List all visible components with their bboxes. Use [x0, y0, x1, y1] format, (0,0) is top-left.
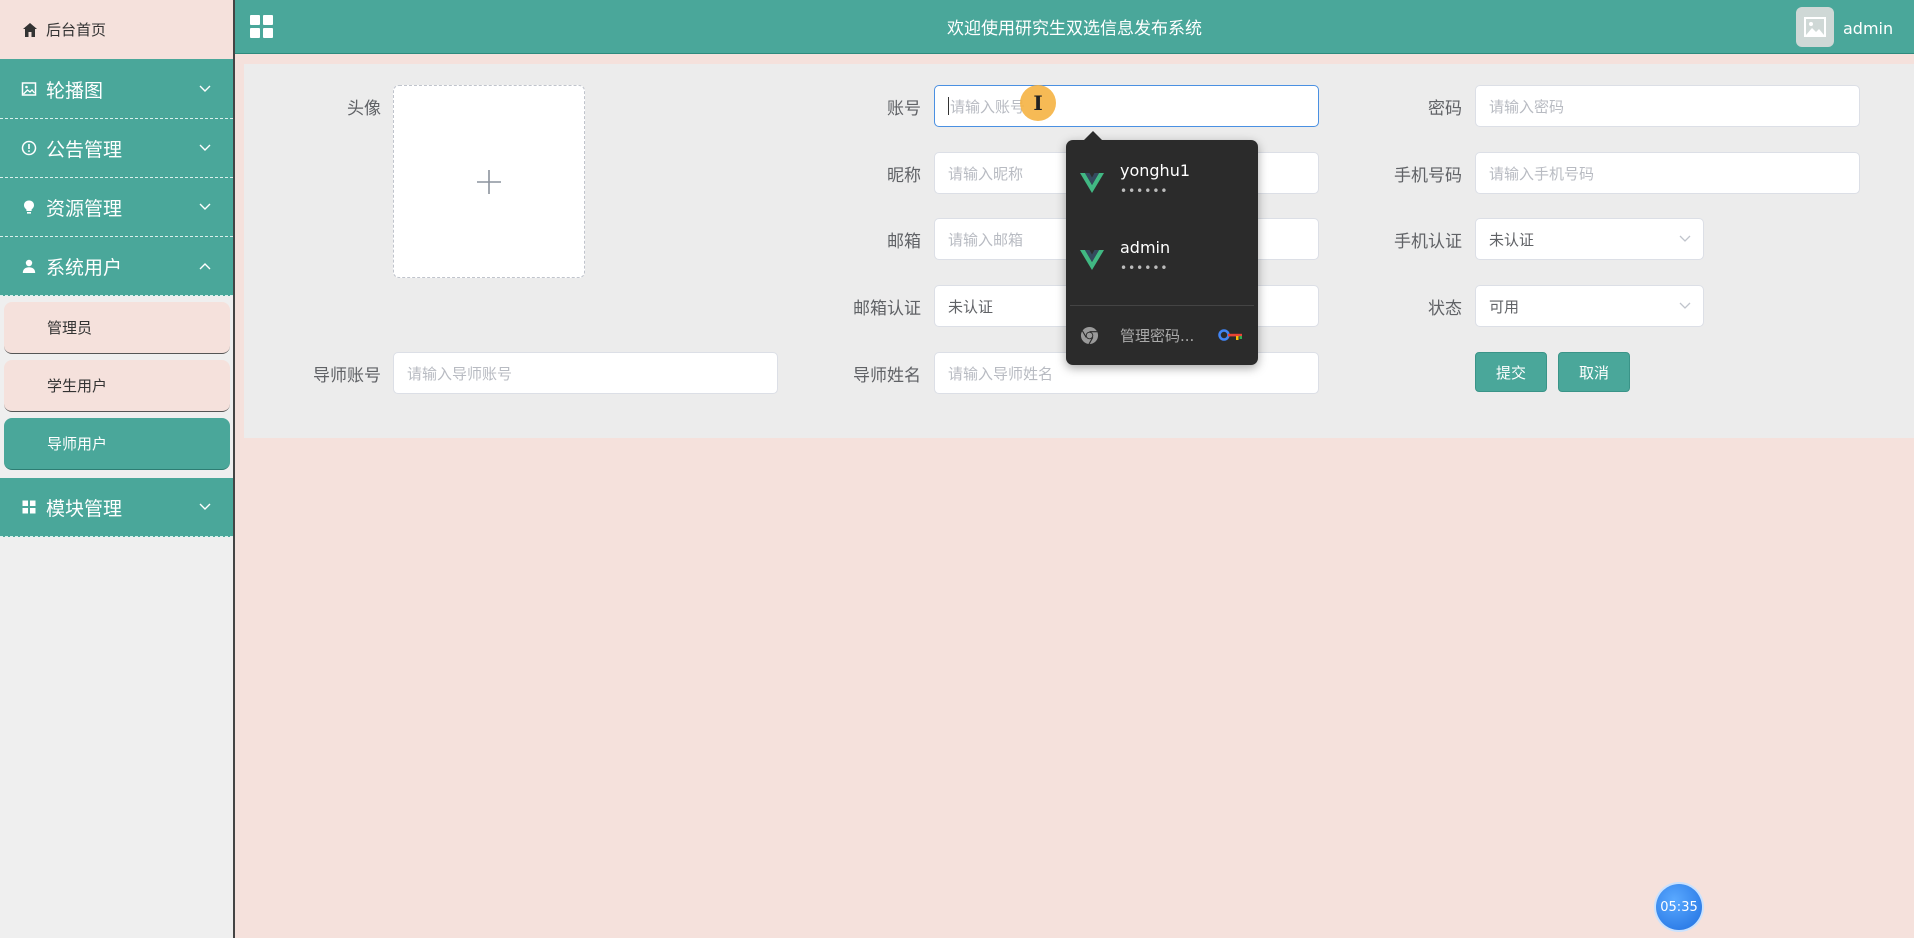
saved-username: yonghu1: [1120, 161, 1191, 180]
phone-verify-label: 手机认证: [1394, 232, 1462, 252]
chevron-down-icon: [199, 501, 211, 513]
nickname-placeholder: 请输入昵称: [948, 164, 1024, 183]
sidebar-item-label: 学生用户: [47, 377, 108, 395]
email-label: 邮箱: [887, 232, 921, 252]
user-icon: [20, 257, 38, 275]
sidebar-item-label: 导师用户: [47, 435, 108, 453]
sidebar-menu-notice[interactable]: 公告管理: [0, 119, 233, 178]
cancel-button[interactable]: 取消: [1558, 352, 1630, 392]
phone-placeholder: 请输入手机号码: [1489, 164, 1595, 183]
text-cursor-indicator: I: [1020, 85, 1056, 121]
grid-icon: [20, 498, 38, 516]
submit-button[interactable]: 提交: [1475, 352, 1547, 392]
sidebar-menu-label: 模块管理: [46, 497, 123, 520]
avatar-uploader[interactable]: [393, 85, 585, 278]
saved-password-mask: ••••••: [1120, 184, 1169, 198]
vue-logo-icon: [1080, 250, 1104, 270]
sidebar-item-student-users[interactable]: 学生用户: [4, 360, 230, 412]
phone-input[interactable]: 请输入手机号码: [1475, 152, 1860, 194]
email-verify-label: 邮箱认证: [853, 299, 921, 319]
sidebar-item-tutor-users[interactable]: 导师用户: [4, 418, 230, 470]
tutor-account-placeholder: 请输入导师账号: [407, 364, 513, 383]
vue-logo-icon: [1080, 173, 1104, 193]
page-title: 欢迎使用研究生双选信息发布系统: [947, 19, 1202, 39]
status-label: 状态: [1428, 299, 1462, 319]
sidebar-item-label: 管理员: [47, 319, 93, 337]
sidebar-menu-label: 资源管理: [46, 197, 123, 220]
chevron-down-icon: [199, 83, 211, 95]
account-placeholder: 请输入账号: [950, 97, 1026, 116]
phone-verify-value: 未认证: [1489, 230, 1535, 249]
sidebar-menu-label: 公告管理: [46, 138, 123, 161]
image-icon: [20, 80, 38, 98]
chrome-icon: [1080, 326, 1099, 345]
saved-username: admin: [1120, 238, 1171, 257]
sidebar-menu-resource[interactable]: 资源管理: [0, 178, 233, 237]
chevron-down-icon: [199, 142, 211, 154]
phone-verify-select[interactable]: 未认证: [1475, 218, 1704, 260]
password-placeholder: 请输入密码: [1489, 97, 1565, 116]
sidebar-menu-label: 轮播图: [46, 79, 104, 102]
top-header: 欢迎使用研究生双选信息发布系统 admin: [235, 0, 1914, 54]
manage-passwords-item[interactable]: 管理密码...: [1066, 306, 1258, 365]
avatar-label: 头像: [347, 99, 381, 119]
bulb-icon: [20, 198, 38, 216]
avatar[interactable]: [1796, 7, 1834, 47]
phone-label: 手机号码: [1394, 166, 1462, 186]
sidebar-menu-carousel[interactable]: 轮播图: [0, 60, 233, 119]
sidebar-menu-modules[interactable]: 模块管理: [0, 478, 233, 537]
email-verify-value: 未认证: [948, 297, 994, 316]
image-icon: [1804, 17, 1826, 37]
chevron-down-icon: [1679, 300, 1691, 312]
chevron-up-icon: [199, 260, 211, 272]
sidebar-menu-label: 系统用户: [46, 256, 123, 279]
chevron-down-icon: [199, 201, 211, 213]
timer-badge[interactable]: 05:35: [1656, 884, 1702, 930]
tutor-account-input[interactable]: 请输入导师账号: [393, 352, 778, 394]
saved-credential-item[interactable]: yonghu1 ••••••: [1066, 140, 1258, 212]
key-icon: [1218, 329, 1242, 341]
password-input[interactable]: 请输入密码: [1475, 85, 1860, 127]
sidebar-home-label: 后台首页: [46, 21, 107, 39]
nickname-label: 昵称: [887, 166, 921, 186]
saved-password-mask: ••••••: [1120, 261, 1169, 275]
sidebar-home[interactable]: 后台首页: [0, 0, 233, 60]
email-placeholder: 请输入邮箱: [948, 230, 1024, 249]
chevron-down-icon: [1679, 233, 1691, 245]
saved-credential-item[interactable]: admin ••••••: [1066, 217, 1258, 289]
home-icon: [22, 22, 38, 38]
sidebar-menu-system-users[interactable]: 系统用户: [0, 237, 233, 296]
text-caret: [948, 97, 949, 115]
tutor-account-label: 导师账号: [313, 366, 381, 386]
tutor-name-placeholder: 请输入导师姓名: [948, 364, 1054, 383]
status-value: 可用: [1489, 297, 1520, 316]
password-autofill-popup: yonghu1 •••••• admin •••••• 管理密码...: [1066, 131, 1258, 365]
manage-passwords-label: 管理密码...: [1120, 327, 1195, 345]
info-circle-icon: [20, 139, 38, 157]
status-select[interactable]: 可用: [1475, 285, 1704, 327]
system-users-submenu: 管理员 学生用户 导师用户: [0, 296, 233, 478]
plus-icon: [477, 169, 501, 194]
sidebar-item-admin[interactable]: 管理员: [4, 302, 230, 354]
sidebar: 后台首页 轮播图 公告管理 资源管理 系统用户 管理员 学生用户 导师用户 模块…: [0, 0, 235, 938]
account-input[interactable]: 请输入账号: [934, 85, 1319, 127]
password-label: 密码: [1428, 99, 1462, 119]
user-name[interactable]: admin: [1843, 19, 1893, 38]
tutor-name-label: 导师姓名: [853, 366, 921, 386]
account-label: 账号: [887, 99, 921, 119]
